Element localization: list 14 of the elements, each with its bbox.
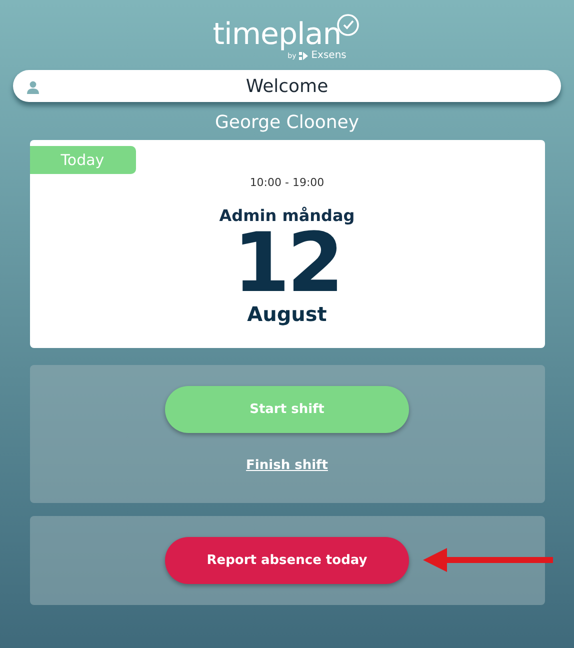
start-shift-button[interactable]: Start shift (165, 386, 409, 433)
finish-shift-link[interactable]: Finish shift (246, 458, 328, 473)
month-name: August (247, 303, 327, 325)
shift-time: 10:00 - 19:00 (250, 176, 324, 189)
logo-company: Exsens (311, 50, 346, 61)
day-number: 12 (232, 225, 342, 303)
company-mark-icon (299, 52, 308, 60)
user-name: George Clooney (214, 112, 360, 135)
today-badge: Today (30, 146, 136, 174)
welcome-text: Welcome (246, 76, 328, 96)
logo-wordmark: timeplan (212, 18, 342, 52)
shift-title: Admin måndag (219, 206, 355, 225)
user-icon (27, 81, 39, 94)
report-absence-button[interactable]: Report absence today (165, 537, 409, 584)
